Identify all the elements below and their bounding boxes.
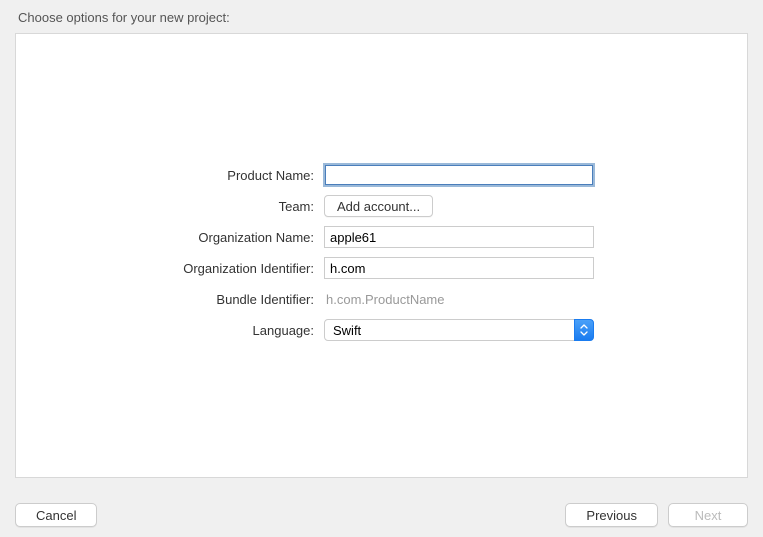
org-name-label: Organization Name:	[16, 230, 324, 245]
page-title: Choose options for your new project:	[15, 10, 748, 25]
org-id-input[interactable]	[324, 257, 594, 279]
previous-button[interactable]: Previous	[565, 503, 658, 527]
language-row: Language: Swift	[16, 319, 747, 341]
team-row: Team: Add account...	[16, 195, 747, 217]
bundle-id-label: Bundle Identifier:	[16, 292, 324, 307]
org-name-row: Organization Name:	[16, 226, 747, 248]
cancel-button[interactable]: Cancel	[15, 503, 97, 527]
add-account-button[interactable]: Add account...	[324, 195, 433, 217]
next-button: Next	[668, 503, 748, 527]
language-select[interactable]: Swift	[324, 319, 594, 341]
language-select-wrap: Swift	[324, 319, 594, 341]
form-area: Product Name: Team: Add account... Organ…	[16, 164, 747, 350]
org-id-row: Organization Identifier:	[16, 257, 747, 279]
product-name-row: Product Name:	[16, 164, 747, 186]
footer-bar: Cancel Previous Next	[15, 503, 748, 527]
product-name-label: Product Name:	[16, 168, 324, 183]
bundle-id-value: h.com.ProductName	[324, 292, 445, 307]
language-label: Language:	[16, 323, 324, 338]
org-id-label: Organization Identifier:	[16, 261, 324, 276]
footer-right-group: Previous Next	[565, 503, 748, 527]
bundle-id-row: Bundle Identifier: h.com.ProductName	[16, 288, 747, 310]
team-label: Team:	[16, 199, 324, 214]
org-name-input[interactable]	[324, 226, 594, 248]
product-name-input[interactable]	[324, 164, 594, 186]
options-panel: Product Name: Team: Add account... Organ…	[15, 33, 748, 478]
